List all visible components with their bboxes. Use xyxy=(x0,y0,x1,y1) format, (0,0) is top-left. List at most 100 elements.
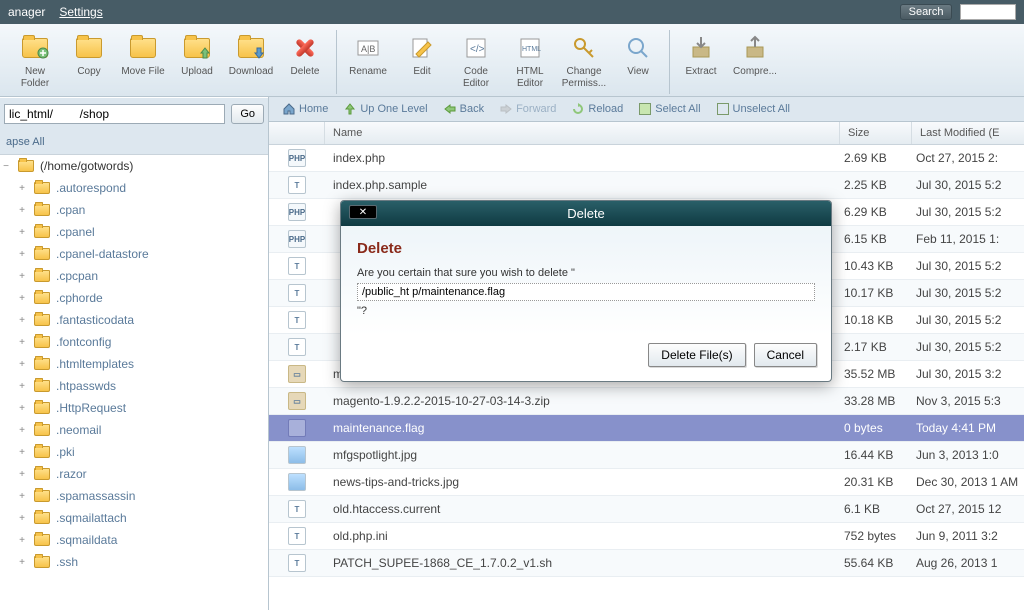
file-name: old.php.ini xyxy=(325,529,840,543)
back-button[interactable]: Back xyxy=(438,101,490,117)
file-row[interactable]: Told.htaccess.current6.1 KBOct 27, 2015 … xyxy=(269,496,1024,523)
folder-icon xyxy=(34,292,50,304)
go-button[interactable]: Go xyxy=(231,104,264,124)
file-row[interactable]: PHPindex.php2.69 KBOct 27, 2015 2: xyxy=(269,145,1024,172)
file-type-icon xyxy=(269,419,325,437)
select-all-button[interactable]: Select All xyxy=(633,101,706,117)
tree-item[interactable]: +.spamassassin xyxy=(0,485,268,507)
tree-item[interactable]: +.cpanel-datastore xyxy=(0,243,268,265)
tree-item[interactable]: +.neomail xyxy=(0,419,268,441)
tree-item[interactable]: +.ssh xyxy=(0,551,268,573)
reload-button[interactable]: Reload xyxy=(566,101,629,117)
tree-item[interactable]: +.razor xyxy=(0,463,268,485)
code-editor-button[interactable]: </>Code Editor xyxy=(449,30,503,94)
file-size: 33.28 MB xyxy=(840,394,912,408)
arrow-left-icon xyxy=(444,103,456,115)
tree-item[interactable]: +.autorespond xyxy=(0,177,268,199)
path-input[interactable] xyxy=(4,104,225,124)
change-permiss--button[interactable]: Change Permiss... xyxy=(557,30,611,94)
file-size: 6.1 KB xyxy=(840,502,912,516)
column-name[interactable]: Name xyxy=(325,122,840,144)
file-row[interactable]: Told.php.ini752 bytesJun 9, 2011 3:2 xyxy=(269,523,1024,550)
file-row[interactable]: Tindex.php.sample2.25 KBJul 30, 2015 5:2 xyxy=(269,172,1024,199)
file-row[interactable]: maintenance.flag0 bytesToday 4:41 PM xyxy=(269,415,1024,442)
file-type-icon: ▭ xyxy=(269,392,325,410)
dialog-message-post: "? xyxy=(357,305,815,317)
edit-button[interactable]: Edit xyxy=(395,30,449,94)
file-date: Nov 3, 2015 5:3 xyxy=(912,394,1024,408)
folder-icon xyxy=(34,270,50,282)
file-size: 55.64 KB xyxy=(840,556,912,570)
home-button[interactable]: Home xyxy=(277,101,334,117)
file-type-icon: T xyxy=(269,284,325,302)
extract-button[interactable]: Extract xyxy=(674,30,728,94)
rename-icon: A|B xyxy=(354,34,382,62)
file-row[interactable]: mfgspotlight.jpg16.44 KBJun 3, 2013 1:0 xyxy=(269,442,1024,469)
reload-icon xyxy=(572,103,584,115)
svg-text:A|B: A|B xyxy=(361,44,375,54)
edit-icon xyxy=(408,34,436,62)
upload-button[interactable]: Upload xyxy=(170,30,224,94)
tree-item[interactable]: +.cphorde xyxy=(0,287,268,309)
tree-item[interactable]: +.cpan xyxy=(0,199,268,221)
file-type-icon: T xyxy=(269,311,325,329)
forward-button[interactable]: Forward xyxy=(494,101,562,117)
copy-button[interactable]: Copy xyxy=(62,30,116,94)
main-toolbar: New FolderCopyMove FileUploadDownloadDel… xyxy=(0,24,1024,97)
dialog-title-bar: ✕ Delete xyxy=(341,201,831,226)
file-name: PATCH_SUPEE-1868_CE_1.7.0.2_v1.sh xyxy=(325,556,840,570)
dialog-file-path: /public_ht p/maintenance.flag xyxy=(357,283,815,301)
folder-icon xyxy=(34,468,50,480)
delete-button[interactable]: Delete xyxy=(278,30,332,94)
file-date: Oct 27, 2015 2: xyxy=(912,151,1024,165)
file-nav-bar: Home Up One Level Back Forward Reload Se… xyxy=(269,97,1024,122)
file-date: Jul 30, 2015 5:2 xyxy=(912,259,1024,273)
unselect-all-button[interactable]: Unselect All xyxy=(711,101,796,117)
compre--button[interactable]: Compre... xyxy=(728,30,782,94)
tree-item[interactable]: +.htpasswds xyxy=(0,375,268,397)
collapse-all-link[interactable]: apse All xyxy=(0,130,268,154)
tree-item[interactable]: +.fontconfig xyxy=(0,331,268,353)
file-type-icon xyxy=(269,473,325,491)
tree-root-item[interactable]: − (/home/gotwords) xyxy=(0,155,268,177)
tree-item[interactable]: +.sqmaildata xyxy=(0,529,268,551)
folder-copy-icon xyxy=(75,34,103,62)
tree-item[interactable]: +.HttpRequest xyxy=(0,397,268,419)
column-modified[interactable]: Last Modified (E xyxy=(912,122,1024,144)
cancel-button[interactable]: Cancel xyxy=(754,343,817,367)
search-button[interactable]: Search xyxy=(900,4,953,20)
file-type-icon: T xyxy=(269,527,325,545)
red-x-icon xyxy=(291,34,319,62)
file-row[interactable]: news-tips-and-tricks.jpg20.31 KBDec 30, … xyxy=(269,469,1024,496)
tree-item[interactable]: +.fantasticodata xyxy=(0,309,268,331)
delete-files-button[interactable]: Delete File(s) xyxy=(648,343,745,367)
file-row[interactable]: ▭magento-1.9.2.2-2015-10-27-03-14-3.zip3… xyxy=(269,388,1024,415)
new-folder-button[interactable]: New Folder xyxy=(8,30,62,94)
file-date: Oct 27, 2015 12 xyxy=(912,502,1024,516)
checkbox-on-icon xyxy=(639,103,651,115)
file-row[interactable]: TPATCH_SUPEE-1868_CE_1.7.0.2_v1.sh55.64 … xyxy=(269,550,1024,577)
tree-item[interactable]: +.cpanel xyxy=(0,221,268,243)
up-one-level-button[interactable]: Up One Level xyxy=(338,101,433,117)
tree-item[interactable]: +.cpcpan xyxy=(0,265,268,287)
html-editor-button[interactable]: HTMLHTML Editor xyxy=(503,30,557,94)
tree-item[interactable]: +.pki xyxy=(0,441,268,463)
folder-icon xyxy=(34,380,50,392)
folder-icon xyxy=(34,248,50,260)
column-size[interactable]: Size xyxy=(840,122,912,144)
move-file-button[interactable]: Move File xyxy=(116,30,170,94)
download-button[interactable]: Download xyxy=(224,30,278,94)
file-size: 2.69 KB xyxy=(840,151,912,165)
settings-link[interactable]: Settings xyxy=(59,5,102,19)
tree-item[interactable]: +.htmltemplates xyxy=(0,353,268,375)
rename-button[interactable]: A|BRename xyxy=(341,30,395,94)
tree-item[interactable]: +.sqmailattach xyxy=(0,507,268,529)
search-scope-select[interactable]: All Your Fi xyxy=(960,4,1016,20)
file-date: Jul 30, 2015 5:2 xyxy=(912,178,1024,192)
plus-icon: + xyxy=(16,271,28,282)
file-size: 2.25 KB xyxy=(840,178,912,192)
file-type-icon: ▭ xyxy=(269,365,325,383)
dialog-heading: Delete xyxy=(357,240,815,257)
view-button[interactable]: View xyxy=(611,30,665,94)
dialog-close-button[interactable]: ✕ xyxy=(349,205,377,219)
